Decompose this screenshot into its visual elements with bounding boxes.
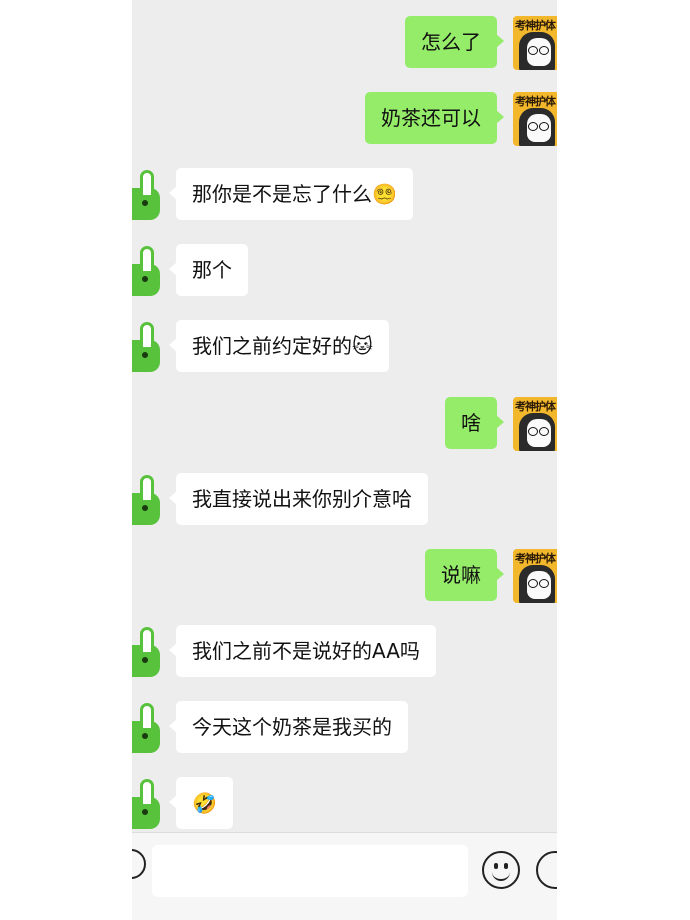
my-avatar[interactable]: 考神护体 bbox=[513, 16, 557, 70]
message-out: 啥 考神护体 bbox=[445, 397, 557, 451]
message-bubble[interactable]: 奶茶还可以 bbox=[365, 92, 504, 144]
message-text: 我们之前约定好的 bbox=[192, 334, 352, 358]
contact-avatar[interactable] bbox=[132, 473, 160, 525]
voice-icon[interactable] bbox=[132, 849, 146, 879]
message-in: 那个 bbox=[132, 244, 248, 296]
my-avatar[interactable]: 考神护体 bbox=[513, 92, 557, 146]
message-in: 我们之前不是说好的AA吗 bbox=[132, 625, 436, 677]
my-avatar[interactable]: 考神护体 bbox=[513, 549, 557, 603]
contact-avatar[interactable] bbox=[132, 168, 160, 220]
input-bar bbox=[132, 832, 557, 920]
avatar-text: 考神护体 bbox=[515, 95, 556, 108]
message-bubble[interactable]: 怎么了 bbox=[405, 16, 504, 68]
message-bubble[interactable]: 说嘛 bbox=[425, 549, 504, 601]
message-text: 说嘛 bbox=[441, 563, 481, 587]
my-avatar[interactable]: 考神护体 bbox=[513, 397, 557, 451]
message-out: 奶茶还可以 考神护体 bbox=[365, 92, 557, 146]
message-out: 怎么了 考神护体 bbox=[405, 16, 557, 70]
message-bubble[interactable]: 我们之前不是说好的AA吗 bbox=[169, 625, 436, 677]
message-in: 我直接说出来你别介意哈 bbox=[132, 473, 428, 525]
message-input[interactable] bbox=[152, 845, 468, 897]
emoji-icon[interactable] bbox=[482, 851, 520, 889]
contact-avatar[interactable] bbox=[132, 701, 160, 753]
dizzy-face-emoji-icon: 😵‍💫 bbox=[372, 182, 397, 206]
message-in: 🤣 bbox=[132, 777, 233, 829]
message-text: 奶茶还可以 bbox=[381, 106, 481, 130]
phone-screen: 怎么了 考神护体 奶茶还可以 考神护体 那你是不是忘了什么😵‍💫 那个 我们之前… bbox=[132, 0, 557, 920]
rolling-laughing-emoji-icon: 🤣 bbox=[192, 791, 217, 815]
cat-emoji-icon: 🐱 bbox=[352, 334, 373, 358]
message-bubble[interactable]: 我们之前约定好的🐱 bbox=[169, 320, 389, 372]
message-in: 我们之前约定好的🐱 bbox=[132, 320, 389, 372]
message-bubble[interactable]: 我直接说出来你别介意哈 bbox=[169, 473, 428, 525]
message-bubble[interactable]: 🤣 bbox=[169, 777, 233, 829]
avatar-text: 考神护体 bbox=[515, 400, 556, 413]
avatar-text: 考神护体 bbox=[515, 552, 556, 565]
contact-avatar[interactable] bbox=[132, 320, 160, 372]
chat-area: 怎么了 考神护体 奶茶还可以 考神护体 那你是不是忘了什么😵‍💫 那个 我们之前… bbox=[132, 0, 557, 832]
message-in: 那你是不是忘了什么😵‍💫 bbox=[132, 168, 413, 220]
message-text: 我直接说出来你别介意哈 bbox=[192, 487, 412, 511]
message-text: 怎么了 bbox=[421, 30, 481, 54]
message-text: 那你是不是忘了什么 bbox=[192, 182, 372, 206]
contact-avatar[interactable] bbox=[132, 777, 160, 829]
message-bubble[interactable]: 啥 bbox=[445, 397, 504, 449]
plus-icon[interactable] bbox=[536, 851, 557, 889]
message-text: 啥 bbox=[461, 411, 481, 435]
message-bubble[interactable]: 今天这个奶茶是我买的 bbox=[169, 701, 408, 753]
message-in: 今天这个奶茶是我买的 bbox=[132, 701, 408, 753]
contact-avatar[interactable] bbox=[132, 625, 160, 677]
message-out: 说嘛 考神护体 bbox=[425, 549, 557, 603]
avatar-text: 考神护体 bbox=[515, 19, 556, 32]
message-bubble[interactable]: 那你是不是忘了什么😵‍💫 bbox=[169, 168, 413, 220]
message-text: 今天这个奶茶是我买的 bbox=[192, 715, 392, 739]
message-text: 那个 bbox=[192, 258, 232, 282]
message-text: 我们之前不是说好的AA吗 bbox=[192, 639, 420, 663]
message-bubble[interactable]: 那个 bbox=[169, 244, 248, 296]
contact-avatar[interactable] bbox=[132, 244, 160, 296]
